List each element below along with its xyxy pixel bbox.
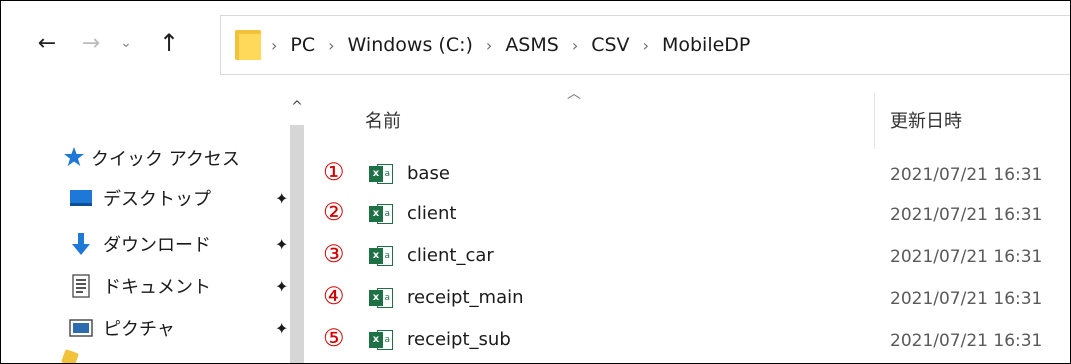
annotation-marker: ⑤ — [323, 324, 345, 352]
folder-icon — [61, 349, 79, 363]
scrollbar-thumb[interactable] — [290, 125, 304, 363]
breadcrumb-item[interactable]: CSV — [591, 34, 629, 56]
breadcrumb-separator-icon[interactable]: › — [643, 36, 649, 55]
excel-csv-icon: ax — [369, 164, 393, 184]
file-modified-date: 2021/07/21 16:31 — [890, 247, 1043, 267]
annotation-marker: ① — [323, 158, 345, 186]
quick-access-label: クイック アクセス — [91, 149, 240, 170]
file-name: client — [407, 203, 457, 224]
pin-icon[interactable]: ✦ — [275, 319, 288, 338]
pin-icon[interactable]: ✦ — [275, 235, 288, 254]
sidebar-item-label: ピクチャ — [103, 319, 175, 340]
navigation-pane: クイック アクセス デスクトップ ✦ ダウンロード ✦ ドキュメント ✦ ピクチ… — [1, 89, 293, 363]
back-button[interactable]: ← — [29, 23, 65, 63]
breadcrumb-separator-icon[interactable]: › — [572, 36, 578, 55]
breadcrumb-separator-icon[interactable]: › — [486, 36, 492, 55]
star-icon — [63, 146, 85, 170]
sidebar-item-pictures[interactable]: ピクチャ — [69, 311, 299, 345]
up-button[interactable]: ↑ — [149, 23, 189, 63]
arrow-up-icon: ↑ — [158, 29, 180, 57]
document-icon — [69, 274, 93, 298]
file-modified-date: 2021/07/21 16:31 — [890, 289, 1043, 309]
annotation-marker: ④ — [323, 282, 345, 310]
file-row[interactable]: ① a x base 2021/07/21 16:31 — [311, 157, 1070, 191]
file-name: base — [407, 163, 450, 184]
quick-access-item[interactable]: クイック アクセス — [63, 141, 240, 175]
breadcrumb-item[interactable]: MobileDP — [662, 34, 750, 56]
excel-csv-icon: ax — [369, 204, 393, 224]
arrow-left-icon: ← — [37, 30, 57, 56]
pin-icon[interactable]: ✦ — [275, 277, 288, 296]
sidebar-item-label: ダウンロード — [103, 235, 211, 256]
excel-csv-icon: ax — [369, 288, 393, 308]
chevron-down-icon: ⌄ — [120, 35, 132, 51]
pin-icon[interactable]: ✦ — [275, 189, 288, 208]
file-row[interactable]: ③ a x client_car 2021/07/21 16:31 — [311, 239, 1070, 273]
navigation-bar: ← → ⌄ ↑ › PC › Windows (C:) › ASMS › CSV › Mobile… — [1, 1, 1070, 89]
breadcrumb-separator-icon[interactable]: › — [271, 36, 277, 55]
pictures-icon — [69, 316, 93, 340]
file-explorer-window: ← → ⌄ ↑ › PC › Windows (C:) › ASMS › CSV › Mobile… — [0, 0, 1071, 364]
recent-locations-button[interactable]: ⌄ — [113, 23, 139, 63]
folder-icon — [235, 30, 261, 60]
file-modified-date: 2021/07/21 16:31 — [890, 165, 1043, 185]
column-header-name[interactable]: 名前 — [365, 107, 401, 133]
breadcrumb-separator-icon[interactable]: › — [328, 36, 334, 55]
file-name: client_car — [407, 245, 494, 266]
scroll-up-icon[interactable]: ^ — [288, 95, 306, 119]
annotation-marker: ③ — [323, 240, 345, 268]
arrow-right-icon: → — [81, 30, 101, 56]
file-modified-date: 2021/07/21 16:31 — [890, 205, 1043, 225]
sidebar-item-desktop[interactable]: デスクトップ — [69, 181, 299, 215]
address-bar[interactable]: › PC › Windows (C:) › ASMS › CSV › MobileDP — [220, 15, 1070, 75]
file-modified-date: 2021/07/21 16:31 — [890, 331, 1043, 351]
breadcrumb-item[interactable]: PC — [290, 34, 315, 56]
excel-csv-icon: ax — [369, 246, 393, 266]
sidebar-item-documents[interactable]: ドキュメント — [69, 269, 299, 303]
breadcrumb-item[interactable]: Windows (C:) — [348, 34, 473, 56]
file-name: receipt_main — [407, 287, 524, 308]
download-icon — [69, 232, 93, 256]
sidebar-item-downloads[interactable]: ダウンロード — [69, 227, 299, 261]
breadcrumb: › PC › Windows (C:) › ASMS › CSV › MobileDP — [271, 16, 750, 74]
file-name: receipt_sub — [407, 329, 511, 350]
file-row[interactable]: ⑤ a x receipt_sub 2021/07/21 16:31 — [311, 323, 1070, 357]
file-row[interactable]: ② a x client 2021/07/21 16:31 — [311, 197, 1070, 231]
column-header-modified[interactable]: 更新日時 — [890, 107, 962, 133]
excel-csv-icon: ax — [369, 330, 393, 350]
desktop-icon — [69, 186, 93, 210]
annotation-marker: ② — [323, 198, 345, 226]
sidebar-item-label: ドキュメント — [103, 277, 211, 298]
forward-button[interactable]: → — [73, 23, 109, 63]
file-row[interactable]: ④ a x receipt_main 2021/07/21 16:31 — [311, 281, 1070, 315]
sidebar-item-label: デスクトップ — [103, 189, 211, 210]
sort-ascending-icon: ︿ — [567, 86, 581, 102]
column-divider[interactable] — [874, 93, 875, 149]
navigation-pane-scrollbar[interactable]: ^ — [288, 89, 306, 363]
breadcrumb-item[interactable]: ASMS — [505, 34, 559, 56]
